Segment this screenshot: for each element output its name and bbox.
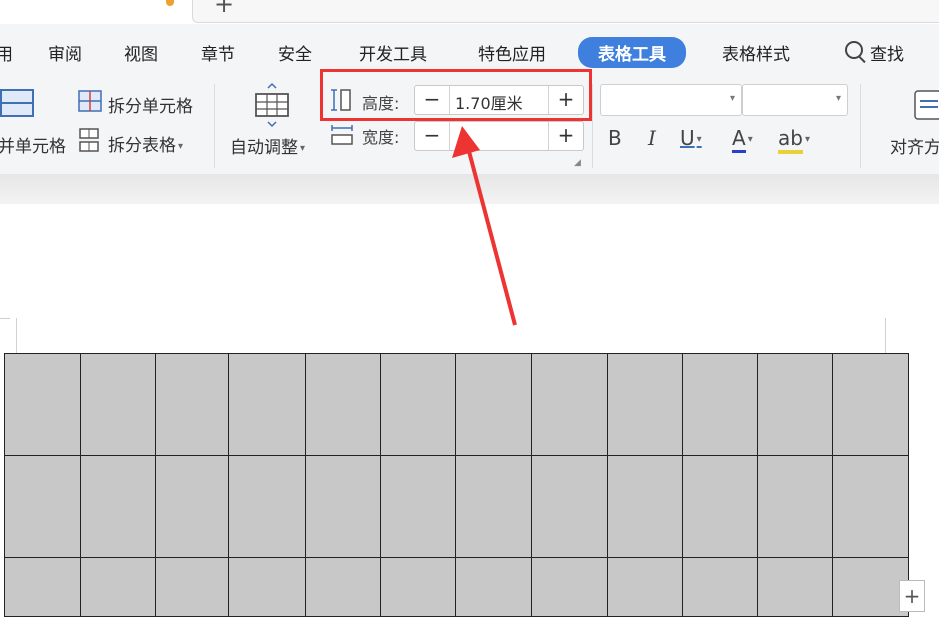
row-handle[interactable] bbox=[898, 560, 908, 580]
menu-item-features[interactable]: 特色应用 bbox=[478, 40, 546, 65]
table-cell[interactable] bbox=[228, 455, 306, 558]
width-label: 宽度: bbox=[362, 128, 400, 147]
font-color-label: A bbox=[732, 126, 746, 153]
table-cell[interactable] bbox=[607, 455, 683, 558]
new-tab-button[interactable]: + bbox=[214, 0, 234, 18]
table-cell[interactable] bbox=[4, 557, 81, 617]
table-cell[interactable] bbox=[455, 557, 532, 617]
search-label[interactable]: 查找 bbox=[870, 40, 904, 65]
table-cell[interactable] bbox=[80, 557, 156, 617]
dialog-launcher-icon[interactable]: ◢ bbox=[574, 158, 581, 168]
tab-indicator bbox=[166, 0, 174, 6]
align-icon[interactable] bbox=[914, 90, 939, 120]
table-cell[interactable] bbox=[757, 353, 833, 456]
tab-bar bbox=[192, 0, 939, 23]
add-row-button[interactable]: + bbox=[899, 580, 925, 612]
margin-marker bbox=[16, 318, 17, 354]
table-cell[interactable] bbox=[682, 353, 758, 456]
table-cell[interactable] bbox=[757, 455, 833, 558]
column-width-icon bbox=[331, 125, 353, 145]
split-table-label: 拆分表格 bbox=[108, 136, 176, 156]
table-cell[interactable] bbox=[531, 353, 608, 456]
chevron-down-icon: ▾ bbox=[696, 134, 702, 145]
row-handle[interactable] bbox=[898, 458, 908, 478]
divider bbox=[860, 84, 861, 168]
width-increment-button[interactable]: + bbox=[548, 122, 583, 150]
merge-cells-icon[interactable] bbox=[0, 88, 36, 120]
table[interactable] bbox=[4, 353, 909, 617]
table-cell[interactable] bbox=[80, 353, 156, 456]
table-cell[interactable] bbox=[682, 557, 758, 617]
table-cell[interactable] bbox=[4, 353, 81, 456]
menu-item-developer[interactable]: 开发工具 bbox=[359, 40, 427, 65]
font-color-button[interactable]: A ▾ bbox=[732, 126, 753, 153]
margin-marker bbox=[0, 318, 10, 319]
split-table-icon[interactable] bbox=[78, 128, 102, 152]
table-cell[interactable] bbox=[305, 455, 381, 558]
highlight-box bbox=[320, 69, 592, 121]
row-handle[interactable] bbox=[898, 355, 908, 375]
table-cell[interactable] bbox=[305, 353, 381, 456]
annotation-arrow bbox=[452, 126, 517, 326]
underline-label: U bbox=[680, 126, 695, 150]
bold-button[interactable]: B bbox=[608, 126, 622, 150]
split-cell-button[interactable]: 拆分单元格 bbox=[108, 92, 193, 117]
table-cell[interactable] bbox=[607, 353, 683, 456]
table-cell[interactable] bbox=[155, 557, 229, 617]
table-cell[interactable] bbox=[531, 455, 608, 558]
table-cell[interactable] bbox=[4, 455, 81, 558]
auto-fit-button[interactable]: 自动调整 ▾ bbox=[230, 133, 305, 158]
split-table-button[interactable]: 拆分表格 ▾ bbox=[108, 131, 183, 156]
chevron-down-icon: ▾ bbox=[178, 140, 184, 152]
table-cell[interactable] bbox=[455, 353, 532, 456]
underline-button[interactable]: U ▾ bbox=[680, 126, 702, 150]
chevron-down-icon: ▾ bbox=[804, 134, 810, 145]
merge-cells-button[interactable]: 并单元格 bbox=[0, 132, 66, 157]
table-row bbox=[4, 353, 909, 456]
menu-item-table-style[interactable]: 表格样式 bbox=[722, 40, 790, 65]
menu-item-view[interactable]: 视图 bbox=[124, 40, 158, 65]
search-icon[interactable] bbox=[845, 41, 863, 59]
table-cell[interactable] bbox=[155, 353, 229, 456]
table-cell[interactable] bbox=[228, 557, 306, 617]
table-cell[interactable] bbox=[607, 557, 683, 617]
grid-table[interactable] bbox=[4, 353, 909, 617]
divider bbox=[592, 84, 593, 168]
table-cell[interactable] bbox=[455, 455, 532, 558]
tab-table-tools[interactable]: 表格工具 bbox=[578, 37, 686, 68]
title-strip: + bbox=[0, 0, 939, 24]
chevron-down-icon: ▾ bbox=[747, 134, 753, 145]
divider bbox=[214, 84, 215, 168]
highlight-button[interactable]: ab ▾ bbox=[778, 126, 810, 154]
highlight-label: ab bbox=[778, 126, 803, 154]
table-cell[interactable] bbox=[757, 557, 833, 617]
chevron-down-icon: ▾ bbox=[300, 142, 306, 154]
italic-button[interactable]: I bbox=[648, 126, 656, 150]
table-cell[interactable] bbox=[155, 455, 229, 558]
font-size-select[interactable]: ▾ bbox=[742, 84, 848, 116]
menu-item-review[interactable]: 审阅 bbox=[48, 40, 82, 65]
table-cell[interactable] bbox=[80, 455, 156, 558]
auto-fit-icon[interactable] bbox=[253, 82, 291, 128]
auto-fit-label: 自动调整 bbox=[230, 138, 298, 158]
table-row bbox=[4, 455, 909, 558]
menu-item-security[interactable]: 安全 bbox=[278, 40, 312, 65]
menu-item-reference[interactable]: 用 bbox=[0, 40, 13, 65]
table-cell[interactable] bbox=[380, 557, 456, 617]
table-cell[interactable] bbox=[228, 353, 306, 456]
split-cell-icon[interactable] bbox=[78, 90, 102, 112]
align-button[interactable]: 对齐方 bbox=[890, 133, 939, 158]
table-cell[interactable] bbox=[305, 557, 381, 617]
table-cell[interactable] bbox=[531, 557, 608, 617]
chevron-down-icon: ▾ bbox=[835, 93, 841, 104]
menu-item-chapter[interactable]: 章节 bbox=[201, 40, 235, 65]
chevron-down-icon: ▾ bbox=[729, 93, 735, 104]
font-family-select[interactable]: ▾ bbox=[600, 84, 742, 116]
margin-marker bbox=[885, 318, 886, 354]
table-cell[interactable] bbox=[682, 455, 758, 558]
table-cell[interactable] bbox=[380, 353, 456, 456]
table-row bbox=[4, 557, 909, 617]
table-cell[interactable] bbox=[380, 455, 456, 558]
